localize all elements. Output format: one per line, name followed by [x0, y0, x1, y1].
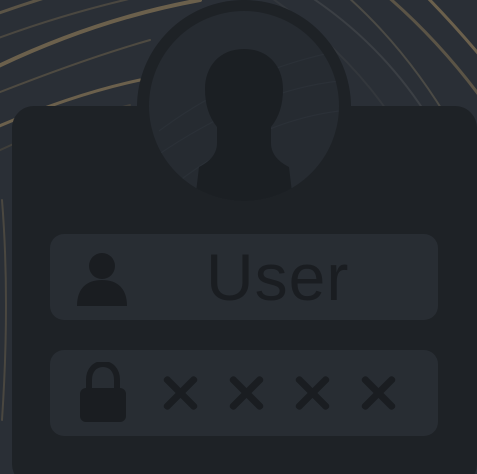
- username-field[interactable]: User: [50, 234, 438, 320]
- avatar: [149, 11, 339, 201]
- mask-character: [360, 375, 396, 411]
- password-mask: [162, 368, 396, 418]
- mask-character: [228, 375, 264, 411]
- mask-character: [294, 375, 330, 411]
- login-illustration: User: [0, 0, 477, 474]
- mask-character: [162, 375, 198, 411]
- password-field[interactable]: [50, 350, 438, 436]
- user-silhouette-icon: [149, 49, 339, 201]
- person-icon: [77, 253, 127, 306]
- username-placeholder: User: [206, 240, 350, 314]
- padlock-icon: [80, 362, 126, 422]
